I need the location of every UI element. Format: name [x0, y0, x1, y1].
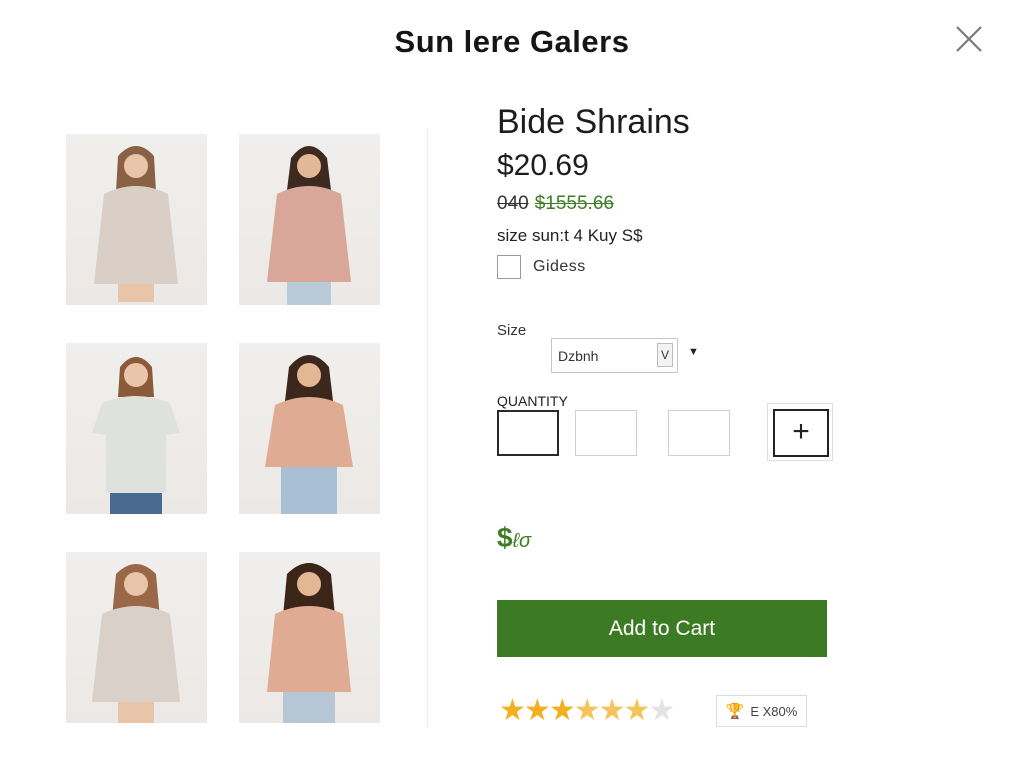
product-name: Bide Shrains	[497, 103, 690, 141]
star-rating: ★ ★ ★ ★ ★ ★ ★	[499, 694, 676, 727]
close-button[interactable]	[950, 20, 988, 58]
close-icon	[956, 26, 982, 52]
checkbox-label: Gidess	[533, 258, 586, 275]
old-price-row: 040 $1555.66	[497, 193, 614, 215]
total-price: $ℓσ	[497, 522, 531, 554]
plus-icon: +	[773, 409, 829, 457]
star-icon: ★	[499, 694, 526, 727]
option-checkbox-row: Gidess	[497, 255, 586, 279]
size-label: Size	[497, 322, 527, 339]
modal-title: Sun lere Galers	[394, 24, 630, 59]
model-photo	[94, 146, 178, 302]
star-icon: ★	[573, 694, 601, 727]
model-photo	[267, 146, 351, 305]
model-photo	[265, 355, 353, 514]
quantity-option[interactable]	[668, 410, 730, 456]
sale-price: $1555.66	[534, 193, 614, 214]
star-icon: ★	[548, 694, 576, 727]
chevron-down-icon[interactable]: ▼	[688, 346, 699, 358]
star-icon: ★	[648, 694, 676, 727]
quantity-option[interactable]	[497, 410, 559, 456]
gallery-thumbnail[interactable]	[239, 343, 380, 514]
panel-divider	[427, 128, 428, 728]
model-photo	[92, 357, 180, 514]
image-gallery	[66, 134, 386, 734]
quantity-label: QUANTITY	[497, 393, 568, 409]
gallery-thumbnail[interactable]	[66, 134, 207, 305]
review-badge-text: E X80%	[750, 703, 798, 719]
star-icon: ★	[523, 694, 551, 727]
select-toggle[interactable]: V	[657, 343, 673, 367]
model-photo	[267, 563, 351, 723]
size-select[interactable]: Dzbnh V	[551, 338, 678, 373]
quantity-option[interactable]	[575, 410, 637, 456]
add-to-cart-button[interactable]: Add to Cart	[497, 600, 827, 657]
model-photo	[92, 564, 180, 723]
product-quick-view-modal: Sun lere Galers Bide Shrains $20.69 040 $…	[0, 0, 1024, 768]
gallery-thumbnail[interactable]	[66, 552, 207, 723]
star-icon: ★	[623, 694, 651, 727]
star-icon: ★	[598, 694, 626, 727]
size-note: size sun:t 4 Kuy S$	[497, 226, 643, 245]
gallery-thumbnail[interactable]	[239, 552, 380, 723]
trophy-icon: 🏆	[725, 703, 745, 720]
size-selected-value: Dzbnh	[558, 348, 599, 364]
review-badge[interactable]: 🏆 E X80%	[716, 695, 807, 727]
total-value: ℓσ	[512, 530, 532, 552]
option-checkbox[interactable]	[497, 255, 521, 279]
original-price: 040	[497, 193, 529, 214]
gallery-thumbnail[interactable]	[239, 134, 380, 305]
product-price: $20.69	[497, 149, 589, 182]
currency-symbol: $	[497, 522, 513, 553]
quantity-increase-button[interactable]: +	[767, 403, 833, 461]
gallery-thumbnail[interactable]	[66, 343, 207, 514]
